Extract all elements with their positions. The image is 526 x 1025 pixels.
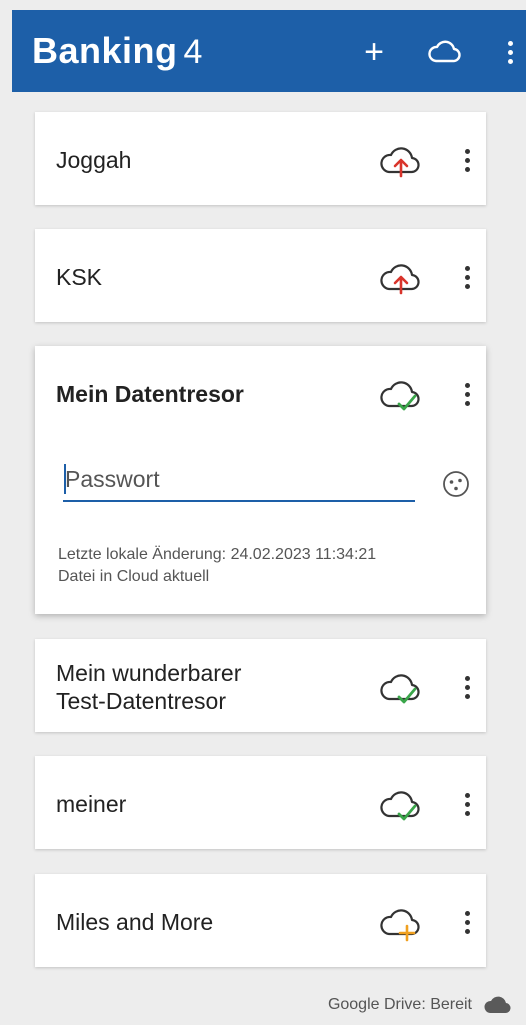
app-bar: Banking 4 + <box>12 10 526 92</box>
cloud-sync-button[interactable] <box>424 32 464 72</box>
app-title-suffix: 4 <box>183 33 203 71</box>
more-vert-icon <box>464 675 470 699</box>
account-name: Mein Datentresor <box>56 381 244 407</box>
account-name: meiner <box>56 791 127 817</box>
cloud-filled-icon <box>484 996 511 1014</box>
account-card-joggah[interactable]: Joggah <box>35 112 486 205</box>
sync-status-text: Google Drive: Bereit <box>327 996 472 1013</box>
text-cursor <box>64 464 66 494</box>
account-menu-button[interactable] <box>455 902 479 942</box>
account-name: Miles and More <box>56 909 214 935</box>
password-input[interactable] <box>63 458 415 502</box>
account-menu-button[interactable] <box>455 374 479 414</box>
app-title: Banking 4 <box>32 30 203 72</box>
cloud-check-icon[interactable] <box>375 374 425 414</box>
account-name: Joggah <box>56 147 132 173</box>
sync-status-bar: Google Drive: Bereit <box>328 995 512 1015</box>
account-menu-button[interactable] <box>455 667 479 707</box>
account-menu-button[interactable] <box>455 257 479 297</box>
cloud-outline-icon <box>428 40 461 63</box>
more-vert-icon <box>464 265 470 289</box>
add-icon: + <box>364 32 384 71</box>
add-button[interactable]: + <box>354 32 394 72</box>
cloud-upload-icon[interactable] <box>375 257 425 297</box>
more-vert-icon <box>464 148 470 172</box>
cloud-upload-icon[interactable] <box>375 140 425 180</box>
account-name: KSK <box>56 264 103 290</box>
more-vert-icon <box>464 382 470 406</box>
account-card-mein-wunderbarer-test-datentresor[interactable]: Mein wunderbarer Test-Datentresor <box>35 639 486 732</box>
account-card-miles-and-more[interactable]: Miles and More <box>35 874 486 967</box>
overflow-menu-button[interactable] <box>490 32 526 72</box>
show-password-icon[interactable] <box>440 468 472 500</box>
account-card-mein-datentresor[interactable]: Mein Datentresor Letzte lokale Änderung:… <box>35 346 486 614</box>
more-vert-icon <box>507 40 513 64</box>
app-title-text: Banking <box>32 30 178 71</box>
cloud-status-text: Datei in Cloud aktuell <box>58 568 210 585</box>
account-card-meiner[interactable]: meiner <box>35 756 486 849</box>
cloud-add-icon[interactable] <box>375 902 425 942</box>
more-vert-icon <box>464 910 470 934</box>
account-name: Mein wunderbarer Test-Datentresor <box>56 659 241 715</box>
account-name-line1: Mein wunderbarer <box>56 660 242 686</box>
account-menu-button[interactable] <box>455 784 479 824</box>
app-screen: Banking 4 + Joggah KSK Mein Datentresor … <box>0 0 526 1025</box>
account-name-line2: Test-Datentresor <box>56 688 227 714</box>
vault-info: Letzte lokale Änderung: 24.02.2023 11:34… <box>58 544 376 588</box>
more-vert-icon <box>464 792 470 816</box>
last-change-text: Letzte lokale Änderung: 24.02.2023 11:34… <box>58 546 377 563</box>
cloud-check-icon[interactable] <box>375 784 425 824</box>
account-menu-button[interactable] <box>455 140 479 180</box>
account-card-ksk[interactable]: KSK <box>35 229 486 322</box>
cloud-check-icon[interactable] <box>375 667 425 707</box>
